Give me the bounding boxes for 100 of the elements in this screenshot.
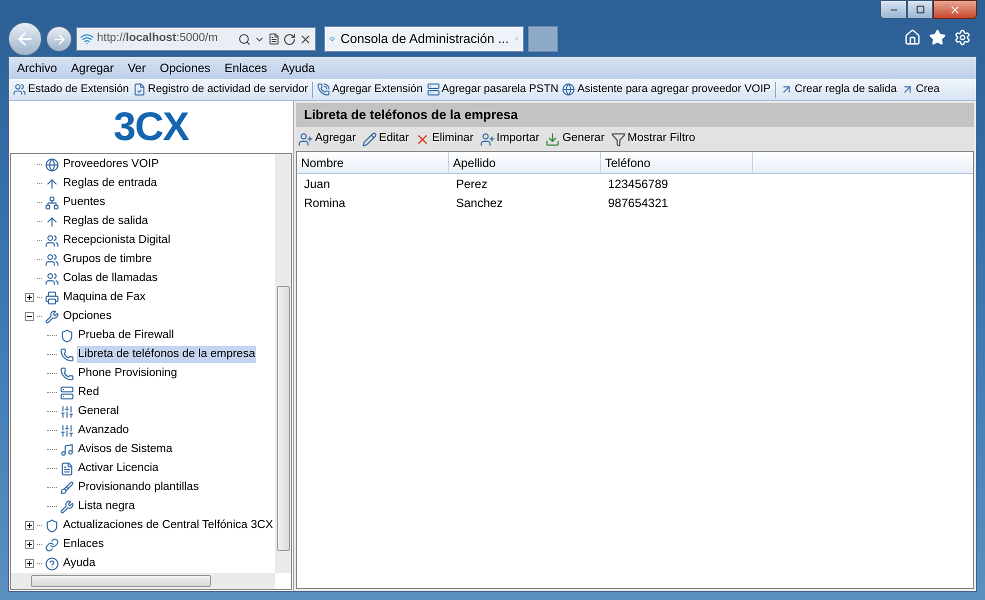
download-icon [545,132,560,146]
search-icon[interactable] [238,32,251,46]
arrow-up-icon [45,214,59,228]
vertical-scrollbar[interactable] [275,154,291,573]
browser-tab[interactable]: Consola de Administración ... [324,26,524,52]
menu-item[interactable]: Agregar [71,59,114,77]
help-icon [45,556,59,570]
stop-icon[interactable] [299,32,312,46]
globe-icon [45,158,59,172]
document-icon [60,462,74,476]
music-note-icon [60,442,74,456]
settings-icon[interactable] [954,29,971,46]
tree-item[interactable]: Lista negra [77,498,136,516]
tree-item[interactable]: Reglas de salida [62,212,150,230]
horizontal-scrollbar[interactable] [11,573,275,589]
url-text: http://localhost:5000/m [97,31,219,46]
column-header[interactable]: Teléfono [601,152,753,173]
expand-toggle[interactable] [25,559,34,568]
tree-item[interactable]: Grupos de timbre [62,250,153,268]
tree-item[interactable]: Avanzado [77,422,130,440]
people-icon [45,272,59,286]
table-cell-text: Perez [455,176,488,192]
column-header[interactable]: Nombre [297,152,449,173]
toolbar-button[interactable]: Agregar pasarela PSTN [424,81,560,98]
table-cell-text: 987654321 [607,194,670,212]
tree-item[interactable]: Colas de llamadas [62,270,159,288]
toolbar-button[interactable]: Estado de Extensión [11,81,131,98]
tools-icon [45,310,59,324]
shield-icon [45,518,59,532]
table-cell-text: Juan [303,176,332,192]
toolbar-button[interactable]: Registro de actividad de servidor [130,81,310,98]
action-button[interactable]: Generar [545,130,605,148]
tree-item[interactable]: Proveedores VOIP [62,156,160,174]
expand-toggle[interactable] [25,540,34,549]
menu-item[interactable]: Enlaces [224,59,268,77]
person-plus-icon [480,132,495,146]
tree-item[interactable]: Red [77,384,100,402]
tree-item[interactable]: Actualizaciones de Central Telfónica 3CX [62,516,274,534]
menu-item[interactable]: Archivo [17,59,58,77]
home-icon[interactable] [904,29,921,46]
table-cell-text: Sanchez [455,194,504,212]
close-icon [949,4,961,16]
toolbar-button[interactable]: Agregar Extensión [315,81,425,98]
person-plus-icon [298,132,313,146]
menu-item[interactable]: Ver [128,59,146,77]
site-icon [80,32,94,46]
tree-item[interactable]: Reglas de entrada [62,174,158,192]
refresh-icon[interactable] [283,32,296,46]
menu-item[interactable]: Ayuda [281,59,315,77]
tree-item[interactable]: Libreta de teléfonos de la empresa [77,346,256,364]
table-cell-text: Romina [303,194,346,212]
device-icon [60,386,74,400]
device-icon [426,83,440,96]
arrow-right-icon [52,32,66,46]
tree-item[interactable]: Prueba de Firewall [77,326,175,344]
menu-item[interactable]: Opciones [160,59,210,77]
action-button[interactable]: Importar [480,130,540,148]
collapse-toggle[interactable] [25,312,34,321]
tree-item[interactable]: Opciones [62,308,113,326]
link-icon [45,538,59,552]
toolbar-button[interactable]: Crear regla de salida [778,81,899,98]
minimize-button[interactable] [880,0,907,19]
toolbar-button[interactable]: Crea [898,81,942,98]
people-icon [45,252,59,266]
phone-icon [60,366,74,380]
action-button[interactable]: Eliminar [414,130,474,148]
expand-toggle[interactable] [25,293,34,302]
table-cell-text: 123456789 [607,176,670,192]
address-bar[interactable]: http://localhost:5000/m [76,27,316,51]
brush-icon [60,480,74,494]
back-button[interactable] [8,22,42,56]
tree-item[interactable]: Ayuda [62,554,96,572]
tree-item[interactable]: Puentes [62,194,106,212]
favorites-icon[interactable] [929,29,946,46]
tree-item[interactable]: Enlaces [62,536,105,554]
tree-item[interactable]: Avisos de Sistema [77,440,174,458]
action-button[interactable]: Mostrar Filtro [610,130,696,148]
tab-title: Consola de Administración ... [340,30,509,48]
document-check-icon [132,83,146,96]
toolbar-button[interactable]: Asistente para agregar proveedor VOIP [560,81,773,98]
logo: 3CX [114,104,188,151]
tree-item[interactable]: Provisionando plantillas [77,478,200,496]
tree-item[interactable]: Maquina de Fax [62,288,146,306]
action-button[interactable]: Agregar [298,130,356,148]
sliders-icon [60,424,74,438]
expand-toggle[interactable] [25,521,34,530]
tree-item[interactable]: Activar Licencia [77,460,160,478]
tools-icon [60,500,74,514]
edit-icon [362,132,377,146]
tree-item[interactable]: Phone Provisioning [77,364,178,382]
maximize-button[interactable] [907,0,933,19]
action-button[interactable]: Editar [362,130,409,148]
tree-item[interactable]: Recepcionista Digital [62,232,172,250]
shield-icon [60,328,74,342]
filter-icon [610,132,626,146]
forward-button[interactable] [46,26,72,52]
network-icon [45,196,59,210]
tree-item[interactable]: General [77,402,120,420]
column-header[interactable]: Apellido [449,152,601,173]
close-button[interactable] [933,0,977,19]
